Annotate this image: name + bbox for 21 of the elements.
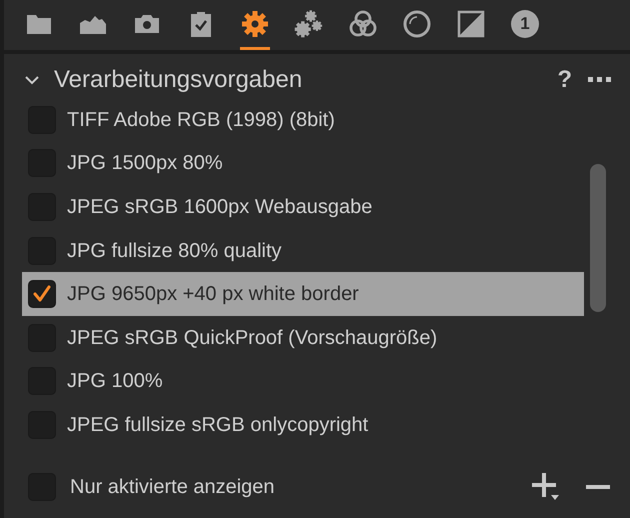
circles-icon	[348, 8, 378, 38]
preset-item[interactable]: JPEG sRGB 1600px Webausgabe	[22, 185, 584, 229]
number-icon: 1	[511, 10, 539, 38]
add-icon[interactable]	[532, 473, 560, 501]
gear-icon	[240, 8, 270, 38]
help-button[interactable]: ?	[557, 62, 572, 98]
ring-icon	[402, 8, 432, 38]
checkbox[interactable]	[28, 280, 56, 308]
preset-item[interactable]: JPG 100%	[22, 360, 584, 404]
toolbar-tab[interactable]: 1	[510, 0, 540, 50]
footer-label: Nur aktivierte anzeigen	[70, 475, 275, 500]
more-icon[interactable]	[588, 77, 612, 83]
preset-item[interactable]: JPG fullsize 80% quality	[22, 228, 584, 272]
preset-item[interactable]: TIFF Adobe RGB (1998) (8bit)	[22, 106, 584, 142]
scrollbar[interactable]	[590, 164, 606, 312]
preset-item[interactable]: JPEG fullsize sRGB onlycopyright	[22, 403, 584, 447]
panel-title: Verarbeitungsvorgaben	[54, 65, 302, 95]
preset-item[interactable]: JPG 1500px 80%	[22, 142, 584, 186]
contrast-icon	[456, 8, 486, 38]
preset-item[interactable]: JPEG sRGB QuickProof (Vorschaugröße)	[22, 316, 584, 360]
preset-item[interactable]: JPG 9650px +40 px white border	[22, 272, 584, 316]
